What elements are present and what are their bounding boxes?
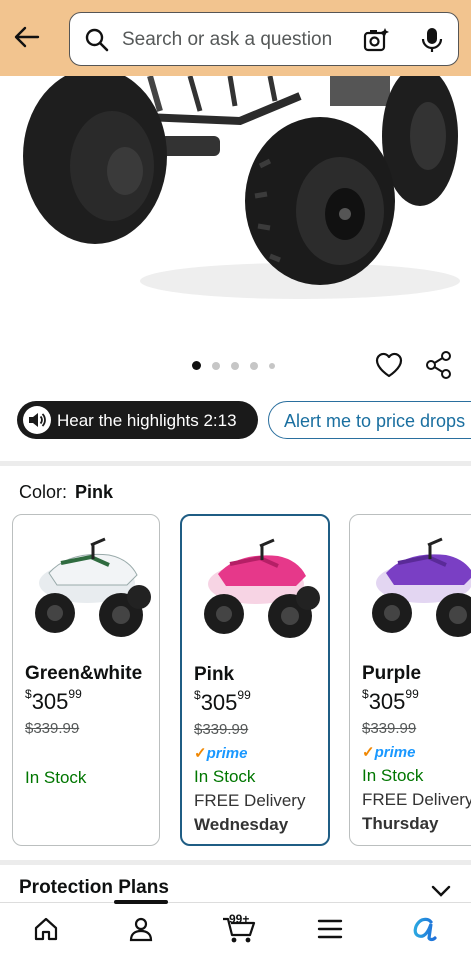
variant-card-purple[interactable]: Purple $30599 $339.99 ✓prime In Stock FR… — [349, 514, 471, 846]
atv-product-photo — [0, 76, 471, 340]
variant-list-price: $339.99 — [194, 721, 249, 738]
hear-highlights-label: Hear the highlights 2:13 — [57, 411, 237, 430]
chevron-down-icon[interactable] — [430, 884, 452, 898]
variant-price: $30599 — [362, 687, 419, 714]
protection-plans-heading[interactable]: Protection Plans — [19, 877, 169, 899]
cart-count-badge: 99+ — [229, 912, 250, 926]
nav-menu[interactable] — [313, 912, 347, 946]
variant-stock: In Stock — [362, 766, 424, 785]
variant-price: $30599 — [25, 687, 82, 714]
variant-card-pink[interactable]: Pink $30599 $339.99 ✓prime In Stock FREE… — [180, 514, 330, 846]
pagination-dot[interactable] — [250, 361, 258, 370]
search-icon — [85, 28, 109, 52]
variant-stock: In Stock — [25, 768, 87, 787]
selected-color: Pink — [75, 482, 114, 502]
pagination-dot[interactable] — [231, 361, 239, 370]
arrow-left-icon — [14, 26, 40, 48]
variant-price: $30599 — [194, 688, 251, 715]
microphone-icon[interactable] — [420, 26, 444, 54]
speaker-icon — [23, 406, 51, 434]
section-divider — [0, 860, 471, 865]
image-pagination — [192, 361, 275, 370]
pagination-dot-active[interactable] — [192, 361, 201, 370]
color-label: Color: — [19, 482, 68, 502]
price-alert-button[interactable]: Alert me to price drops — [268, 401, 471, 439]
nav-account[interactable] — [124, 912, 158, 946]
variant-stock: In Stock — [194, 767, 256, 786]
atv-thumbnail-purple — [372, 537, 471, 637]
heart-icon[interactable] — [374, 350, 404, 380]
active-tab-indicator — [114, 900, 168, 904]
color-selector-label: Color: Pink — [19, 482, 113, 503]
pagination-dot[interactable] — [269, 362, 275, 369]
nav-home[interactable] — [29, 912, 63, 946]
camera-search-icon[interactable] — [362, 26, 390, 54]
search-input[interactable]: Search or ask a question — [122, 29, 332, 51]
variant-name: Pink — [194, 664, 235, 685]
variant-name: Green&white — [25, 663, 143, 684]
variant-delivery: FREE Delivery — [362, 790, 471, 809]
variant-delivery-day: Thursday — [362, 814, 439, 833]
home-icon — [34, 917, 58, 941]
search-bar[interactable]: Search or ask a question — [69, 12, 459, 66]
variant-list-price: $339.99 — [25, 720, 80, 737]
nav-rufus[interactable] — [406, 912, 440, 946]
back-button[interactable] — [10, 20, 44, 54]
section-divider — [0, 461, 471, 466]
top-bar: Search or ask a question — [0, 0, 471, 76]
account-icon — [129, 917, 153, 942]
hear-highlights-button[interactable]: Hear the highlights 2:13 — [17, 401, 258, 439]
product-page: Search or ask a question Hear the highli… — [0, 0, 471, 960]
pagination-dot[interactable] — [212, 361, 220, 370]
variant-list-price: $339.99 — [362, 720, 417, 737]
variant-card-green-white[interactable]: Green&white $30599 $339.99 In Stock — [12, 514, 160, 846]
prime-badge: ✓prime — [362, 744, 416, 761]
share-icon[interactable] — [424, 350, 454, 380]
product-image[interactable] — [0, 76, 471, 340]
rufus-icon — [413, 917, 437, 942]
variant-delivery: FREE Delivery — [194, 791, 306, 810]
variant-name: Purple — [362, 663, 422, 684]
atv-thumbnail-green-white — [35, 537, 151, 637]
price-alert-label: Alert me to price drops — [284, 411, 466, 431]
menu-icon — [317, 919, 343, 939]
variant-delivery-day: Wednesday — [194, 815, 289, 834]
prime-badge: ✓prime — [194, 745, 248, 762]
atv-thumbnail-pink — [204, 538, 320, 638]
